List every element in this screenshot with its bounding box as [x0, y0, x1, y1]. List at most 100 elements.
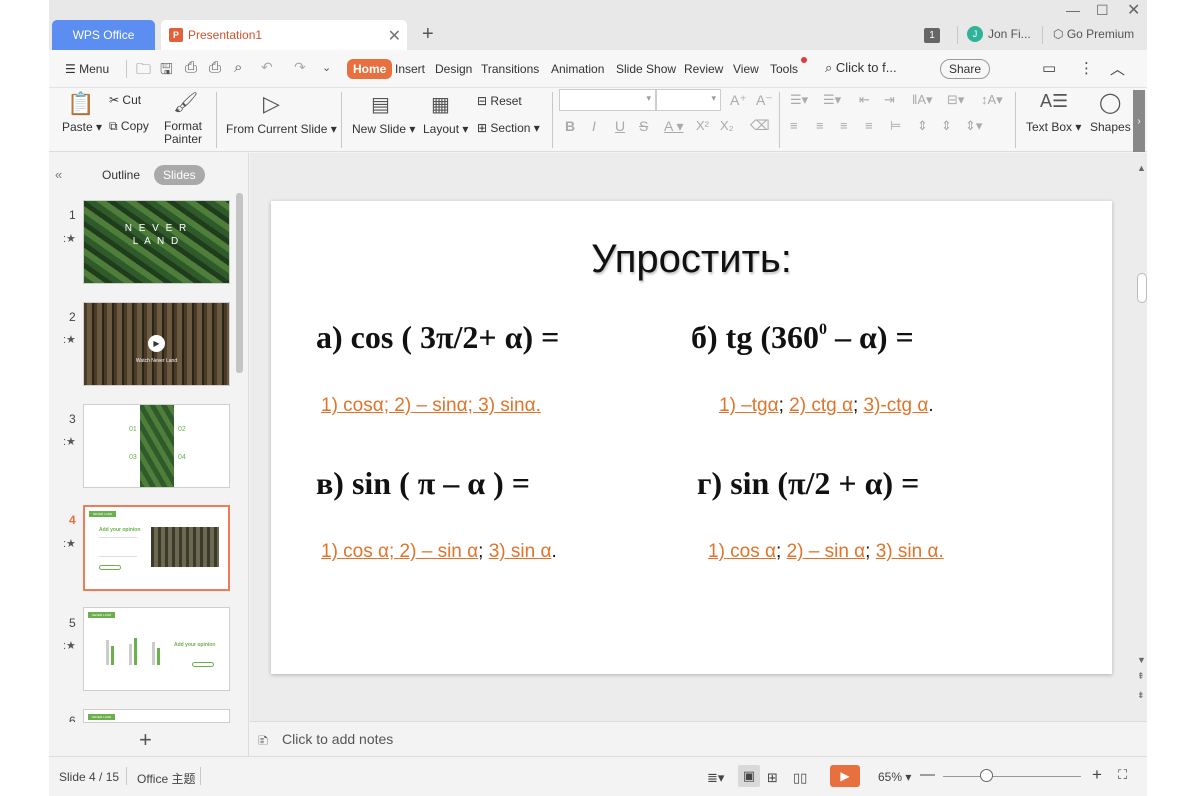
window-count-badge[interactable]: 1 — [924, 28, 940, 43]
text-box-icon[interactable]: A☰ — [1040, 91, 1068, 112]
wps-office-tab[interactable]: WPS Office — [52, 20, 155, 50]
text-direction-icon[interactable]: ‖A▾ — [912, 92, 933, 108]
line-spacing-icon[interactable]: ↕A▾ — [981, 92, 1003, 108]
user-name[interactable]: Jon Fi... — [988, 27, 1031, 41]
superscript-icon[interactable]: X² — [696, 118, 709, 133]
answers-a[interactable]: 1) cosα; 2) – sinα; 3) sinα. — [321, 395, 541, 417]
tab-slides[interactable]: Slides — [154, 165, 205, 185]
zoom-slider[interactable] — [943, 776, 1081, 777]
reading-view-icon[interactable]: ▯▯ — [793, 770, 807, 786]
export-pdf-icon[interactable]: ⎙ — [185, 59, 197, 76]
share-button[interactable]: Share — [940, 59, 991, 79]
cut-button[interactable]: ✂ Cut — [109, 93, 141, 107]
font-family-select[interactable]: ▾ — [559, 89, 656, 111]
tab-animation[interactable]: Animation — [551, 62, 604, 76]
fit-window-icon[interactable]: ⛶ — [1118, 767, 1127, 783]
zoom-out-icon[interactable]: — — [920, 766, 935, 783]
justify-icon[interactable]: ≡ — [865, 118, 873, 133]
clear-format-icon[interactable]: ⌫ — [750, 117, 770, 134]
more-icon[interactable]: ⋮ — [1079, 59, 1094, 77]
decrease-font-icon[interactable]: A⁻ — [756, 92, 773, 109]
presentation-tab[interactable]: P Presentation1 ✕ — [161, 20, 407, 50]
italic-icon[interactable]: I — [592, 118, 596, 134]
increase-indent-icon[interactable]: ⇥ — [884, 92, 895, 108]
format-painter-label-2[interactable]: Painter — [164, 132, 202, 146]
font-color-icon[interactable]: A ▾ — [664, 118, 683, 135]
comment-icon[interactable]: ▭ — [1042, 59, 1056, 77]
save-icon[interactable]: 🖫 — [160, 59, 173, 84]
paste-icon[interactable]: 📋 — [67, 91, 94, 117]
slide-thumbnail-2[interactable]: ▶ Watch Never Land — [83, 302, 230, 386]
undo-icon[interactable]: ↶ — [261, 59, 273, 76]
tab-review[interactable]: Review — [684, 62, 723, 76]
answers-b[interactable]: 1) –tgα; 2) ctg α; 3)-ctg α. — [719, 395, 934, 417]
tab-transitions[interactable]: Transitions — [481, 62, 539, 76]
columns-icon[interactable]: ⊟▾ — [947, 92, 964, 108]
question-c[interactable]: в) sin ( π – α ) = — [316, 465, 530, 502]
search-command[interactable]: ⌕ Click to f... — [825, 60, 897, 76]
minimize-icon[interactable]: — — [1066, 2, 1080, 18]
tab-slide-show[interactable]: Slide Show — [616, 62, 676, 76]
slide-thumbnail-4[interactable]: NEVER LAND Add your opinion — [83, 505, 230, 591]
slide-thumbnail-1[interactable]: N E V E R L A N D — [83, 200, 230, 284]
next-slide-icon[interactable]: ⇟ — [1137, 690, 1145, 701]
play-from-current-icon[interactable]: ▷ — [263, 91, 280, 117]
tab-insert[interactable]: Insert — [395, 62, 425, 76]
layout-icon[interactable]: ▦ — [431, 92, 450, 117]
align-center-icon[interactable]: ≡ — [816, 118, 824, 133]
theme-name[interactable]: Office 主题 — [137, 770, 195, 787]
notes-pane[interactable]: 🗈 Click to add notes — [250, 721, 1147, 756]
ribbon-scroll-right[interactable]: › — [1133, 90, 1145, 152]
question-a[interactable]: а) cos ( 3π/2+ α) = — [316, 319, 559, 356]
new-slide-button[interactable]: New Slide ▾ — [352, 122, 415, 136]
distribute-icon[interactable]: ⊨ — [890, 118, 901, 134]
go-premium-button[interactable]: ⬡ Go Premium — [1053, 27, 1134, 41]
tab-home[interactable]: Home — [347, 59, 393, 79]
normal-view-icon[interactable]: ▣ — [738, 765, 760, 787]
answers-d[interactable]: 1) cos α; 2) – sin α; 3) sin α. — [708, 541, 944, 563]
scroll-up-icon[interactable]: ▲ — [1137, 163, 1146, 173]
slide-thumbnail-3[interactable]: 01 02 03 04 — [83, 404, 230, 488]
main-menu-button[interactable]: ☰ Menu — [65, 62, 109, 76]
reset-button[interactable]: ⊟ Reset — [477, 94, 522, 108]
zoom-in-icon[interactable]: + — [1092, 765, 1102, 785]
redo-icon[interactable]: ↷ — [294, 59, 306, 76]
tab-view[interactable]: View — [733, 62, 759, 76]
paragraph-spacing-icon[interactable]: ⇕ — [917, 118, 928, 134]
tab-design[interactable]: Design — [435, 62, 472, 76]
underline-icon[interactable]: U — [615, 118, 625, 134]
question-d[interactable]: г) sin (π/2 + α) = — [697, 465, 919, 502]
subscript-icon[interactable]: X₂ — [720, 118, 734, 133]
from-current-slide-button[interactable]: From Current Slide ▾ — [226, 122, 337, 136]
paste-button[interactable]: Paste ▾ — [62, 120, 102, 134]
bullets-icon[interactable]: ☰▾ — [790, 92, 808, 108]
close-window-icon[interactable]: ✕ — [1127, 0, 1140, 20]
collapse-panel-icon[interactable]: « — [55, 167, 62, 182]
slide-sorter-icon[interactable]: ⊞ — [767, 770, 778, 786]
print-preview-icon[interactable]: ⌕ — [234, 59, 242, 76]
new-tab-icon[interactable]: + — [422, 23, 434, 46]
print-icon[interactable]: ⎙ — [209, 59, 221, 76]
previous-slide-icon[interactable]: ⇞ — [1137, 671, 1145, 682]
answers-c[interactable]: 1) cos α; 2) – sin α; 3) sin α. — [321, 541, 557, 563]
font-size-select[interactable]: ▾ — [656, 89, 721, 111]
add-slide-icon[interactable]: + — [139, 727, 152, 753]
tab-outline[interactable]: Outline — [102, 168, 140, 182]
maximize-icon[interactable]: ☐ — [1096, 2, 1109, 19]
strikethrough-icon[interactable]: S — [639, 118, 648, 134]
open-icon[interactable]: 🗀 — [136, 59, 151, 84]
slide-thumbnail-6[interactable]: NEVER LAND — [83, 709, 230, 723]
bold-icon[interactable]: B — [565, 118, 575, 134]
spacing-options-icon[interactable]: ⇕▾ — [965, 118, 982, 134]
customize-toolbar-icon[interactable]: ⌄ — [322, 61, 331, 74]
text-box-button[interactable]: Text Box ▾ — [1026, 120, 1081, 134]
format-painter-label-1[interactable]: Format — [164, 119, 202, 133]
shapes-icon[interactable]: ◯ — [1099, 90, 1121, 115]
copy-button[interactable]: ⧉ Copy — [109, 119, 149, 134]
new-slide-icon[interactable]: ▤ — [371, 92, 390, 117]
question-b[interactable]: б) tg (3600 – α) = — [691, 319, 914, 356]
tab-tools[interactable]: Tools — [770, 62, 798, 76]
zoom-level[interactable]: 65% ▾ — [878, 770, 911, 784]
play-slideshow-button[interactable]: ▶ — [830, 765, 860, 787]
close-tab-icon[interactable]: ✕ — [388, 26, 401, 46]
